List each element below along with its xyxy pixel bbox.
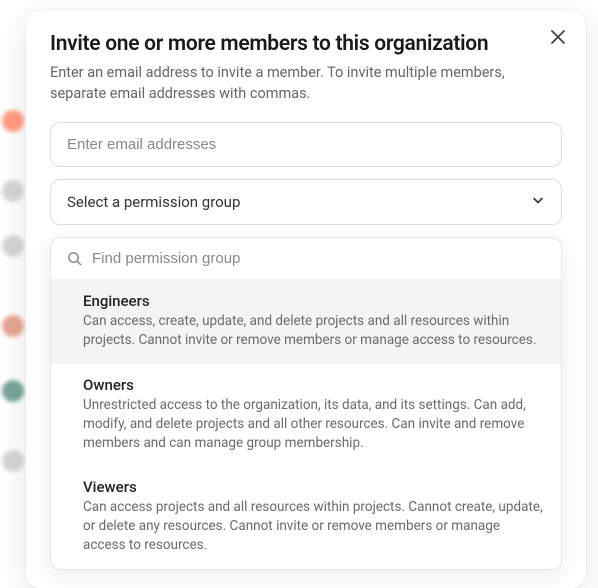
permission-dropdown: Engineers Can access, create, update, an… bbox=[50, 237, 562, 570]
permission-search-row bbox=[51, 238, 561, 280]
chevron-down-icon bbox=[531, 193, 545, 211]
email-input[interactable] bbox=[51, 123, 561, 166]
modal-title: Invite one or more members to this organ… bbox=[50, 32, 562, 56]
option-name: Viewers bbox=[83, 478, 545, 496]
permission-option-viewers[interactable]: Viewers Can access projects and all reso… bbox=[51, 466, 561, 569]
invite-members-modal: Invite one or more members to this organ… bbox=[26, 10, 586, 588]
permission-search-input[interactable] bbox=[92, 250, 545, 267]
search-icon bbox=[67, 251, 82, 266]
option-desc: Can access, create, update, and delete p… bbox=[83, 312, 545, 350]
close-button[interactable] bbox=[548, 28, 568, 48]
permission-select-label: Select a permission group bbox=[67, 193, 240, 211]
email-field-wrapper bbox=[50, 122, 562, 167]
permission-option-engineers[interactable]: Engineers Can access, create, update, an… bbox=[51, 280, 561, 364]
option-desc: Unrestricted access to the organization,… bbox=[83, 396, 545, 453]
close-icon bbox=[551, 30, 565, 47]
modal-subtitle: Enter an email address to invite a membe… bbox=[50, 62, 550, 104]
option-name: Owners bbox=[83, 376, 545, 394]
permission-option-owners[interactable]: Owners Unrestricted access to the organi… bbox=[51, 364, 561, 467]
option-desc: Can access projects and all resources wi… bbox=[83, 498, 545, 555]
option-name: Engineers bbox=[83, 292, 545, 310]
permission-select[interactable]: Select a permission group bbox=[50, 179, 562, 225]
